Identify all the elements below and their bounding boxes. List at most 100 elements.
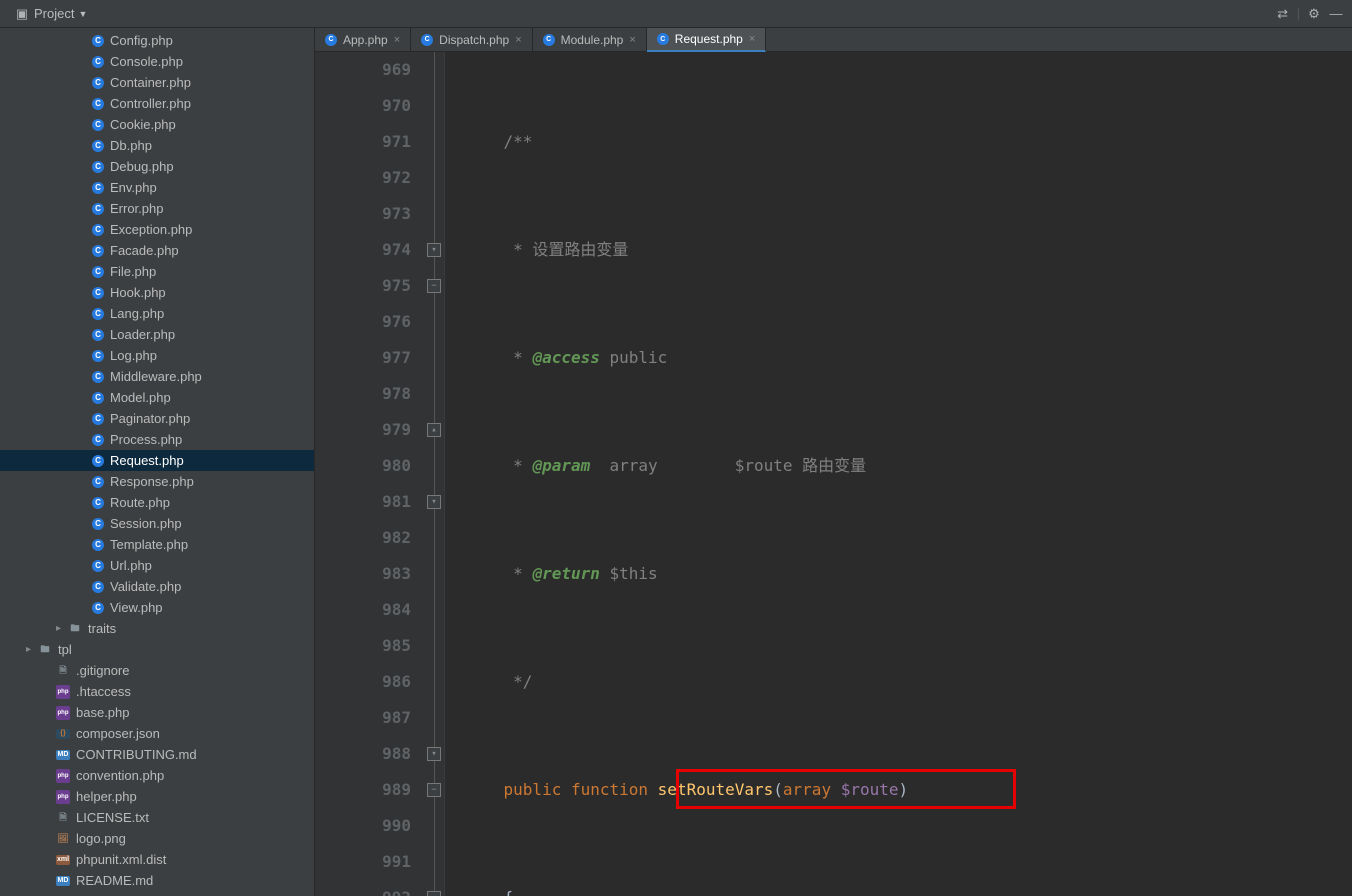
gear-icon[interactable]: ⚙ [1306,6,1322,22]
file-label: Model.php [110,390,171,405]
file-label: README.md [76,873,153,888]
fold-marker-icon[interactable]: ▴ [427,423,441,437]
expand-arrow-icon[interactable]: ▸ [26,644,36,655]
tab-request[interactable]: CRequest.php× [647,28,767,52]
php-class-icon: C [92,434,104,446]
tree-item-container-php[interactable]: CContainer.php [0,72,314,93]
php-file-icon: php [56,769,70,783]
tree-item-process-php[interactable]: CProcess.php [0,429,314,450]
expand-arrow-icon[interactable]: ▸ [56,623,66,634]
line-number: 988 [315,736,411,772]
image-icon: 🖼 [56,832,70,846]
line-number: 980 [315,448,411,484]
file-label: Request.php [110,453,184,468]
tree-item-license-txt[interactable]: 🗎LICENSE.txt [0,807,314,828]
project-tree[interactable]: CConfig.phpCConsole.phpCContainer.phpCCo… [0,28,315,896]
tree-item-convention-php[interactable]: php convention.php [0,765,314,786]
php-class-icon: C [92,476,104,488]
tree-item-db-php[interactable]: CDb.php [0,135,314,156]
file-label: Middleware.php [110,369,202,384]
tree-item-lang-php[interactable]: CLang.php [0,303,314,324]
php-class-icon: C [92,203,104,215]
tree-item-env-php[interactable]: CEnv.php [0,177,314,198]
project-label: Project [34,6,74,21]
tab-module[interactable]: CModule.php× [533,28,647,51]
line-number: 976 [315,304,411,340]
line-number: 990 [315,808,411,844]
php-class-icon: C [92,245,104,257]
php-class-icon: C [421,34,433,46]
php-class-icon: C [92,329,104,341]
tree-item-validate-php[interactable]: CValidate.php [0,576,314,597]
php-class-icon: C [92,308,104,320]
fold-marker-icon[interactable]: ▾ [427,495,441,509]
fold-marker-icon[interactable]: ▴ [427,891,441,896]
file-label: composer.json [76,726,160,741]
tree-item-response-php[interactable]: C Response.php [0,471,314,492]
tree-item-template-php[interactable]: CTemplate.php [0,534,314,555]
tree-item-cookie-php[interactable]: CCookie.php [0,114,314,135]
file-label: Facade.php [110,243,179,258]
tree-item-log-php[interactable]: CLog.php [0,345,314,366]
minimize-icon[interactable]: — [1328,6,1344,22]
fold-marker-icon[interactable]: ▾ [427,747,441,761]
tree-item-phpunit-xml-dist[interactable]: xmlphpunit.xml.dist [0,849,314,870]
file-label: convention.php [76,768,164,783]
tree-item--gitignore[interactable]: 🗎.gitignore [0,660,314,681]
tree-item-config-php[interactable]: CConfig.php [0,30,314,51]
tree-item-url-php[interactable]: CUrl.php [0,555,314,576]
tree-item-hook-php[interactable]: CHook.php [0,282,314,303]
tree-item-request-php[interactable]: CRequest.php [0,450,314,471]
tree-item-debug-php[interactable]: CDebug.php [0,156,314,177]
close-icon[interactable]: × [629,34,635,46]
tree-item-error-php[interactable]: CError.php [0,198,314,219]
doc-desc: * 设置路由变量 [504,240,629,259]
tree-item-session-php[interactable]: CSession.php [0,513,314,534]
tree-item-traits[interactable]: ▸🖿traits [0,618,314,639]
tab-label: Module.php [561,33,624,47]
fold-marker-icon[interactable]: − [427,783,441,797]
php-class-icon: C [92,56,104,68]
tree-item-base-php[interactable]: phpbase.php [0,702,314,723]
line-number: 987 [315,700,411,736]
tree-item-view-php[interactable]: CView.php [0,597,314,618]
fold-marker-icon[interactable]: ▾ [427,243,441,257]
tree-item-loader-php[interactable]: CLoader.php [0,324,314,345]
tree-item-model-php[interactable]: CModel.php [0,387,314,408]
php-class-icon: C [92,560,104,572]
file-label: traits [88,621,116,636]
tree-item-middleware-php[interactable]: CMiddleware.php [0,366,314,387]
tree-item-readme-md[interactable]: MDREADME.md [0,870,314,891]
tree-item-contributing-md[interactable]: MDCONTRIBUTING.md [0,744,314,765]
tree-item-facade-php[interactable]: C Facade.php [0,240,314,261]
tab-dispatch[interactable]: CDispatch.php× [411,28,532,51]
tree-item-file-php[interactable]: CFile.php [0,261,314,282]
tree-item-tpl[interactable]: ▸🖿tpl [0,639,314,660]
file-label: Response.php [110,474,194,489]
project-selector[interactable]: ▣ Project ▼ [8,4,93,24]
close-icon[interactable]: × [515,34,521,46]
tree-item-route-php[interactable]: CRoute.php [0,492,314,513]
tree-item-paginator-php[interactable]: CPaginator.php [0,408,314,429]
line-number: 989 [315,772,411,808]
tree-item-logo-png[interactable]: 🖼logo.png [0,828,314,849]
line-number: 986 [315,664,411,700]
file-label: .gitignore [76,663,129,678]
tree-item-helper-php[interactable]: phphelper.php [0,786,314,807]
close-icon[interactable]: × [394,34,400,46]
fold-strip: ▾ − ▴ ▾ ▾ − ▴ [425,52,445,896]
file-label: LICENSE.txt [76,810,149,825]
tree-item-controller-php[interactable]: CController.php [0,93,314,114]
file-label: File.php [110,264,156,279]
file-label: Paginator.php [110,411,190,426]
tab-app[interactable]: CApp.php× [315,28,411,51]
close-icon[interactable]: × [749,33,755,45]
tree-item-exception-php[interactable]: CException.php [0,219,314,240]
fold-marker-icon[interactable]: − [427,279,441,293]
code-editor[interactable]: /** * 设置路由变量 * @access public * @param a… [445,52,1352,896]
php-class-icon: C [657,33,669,45]
tree-item--htaccess[interactable]: php.htaccess [0,681,314,702]
tree-item-composer-json[interactable]: {}composer.json [0,723,314,744]
tree-item-console-php[interactable]: CConsole.php [0,51,314,72]
settings-slider-icon[interactable]: ⇄ [1275,6,1291,22]
